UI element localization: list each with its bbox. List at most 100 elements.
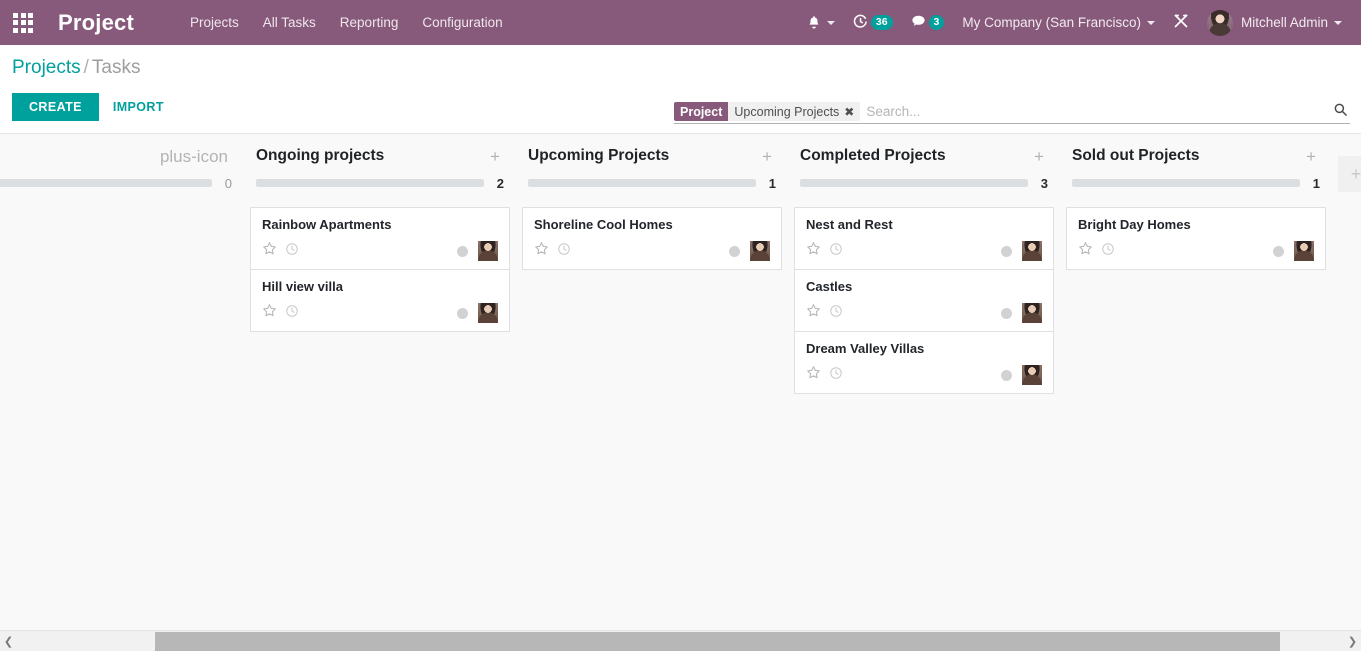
star-outline-icon[interactable]	[806, 365, 821, 385]
clock-icon[interactable]	[829, 366, 843, 385]
kanban-state-dot[interactable]	[457, 245, 468, 257]
clock-icon[interactable]	[829, 242, 843, 261]
kanban-column-cards: Shoreline Cool Homes	[522, 207, 782, 270]
notifications-button[interactable]	[798, 0, 844, 45]
clock-icon[interactable]	[557, 242, 571, 261]
star-outline-icon[interactable]	[1078, 241, 1093, 261]
avatar[interactable]	[1022, 303, 1042, 323]
search-icon[interactable]	[1327, 102, 1350, 121]
kanban-column-cards: Rainbow Apartments Hill view villa	[250, 207, 510, 332]
kanban-state-dot[interactable]	[1273, 245, 1284, 257]
apps-menu-button[interactable]	[0, 0, 46, 45]
avatar[interactable]	[1022, 365, 1042, 385]
kanban-column-count: 1	[1312, 175, 1320, 191]
avatar[interactable]	[478, 241, 498, 261]
breadcrumb-projects[interactable]: Projects	[12, 57, 81, 78]
debug-tools-button[interactable]	[1164, 0, 1198, 45]
kanban-card-title: Dream Valley Villas	[806, 341, 925, 356]
kanban-card[interactable]: Hill view villa	[250, 269, 510, 332]
kanban-state-dot[interactable]	[457, 307, 468, 319]
kanban-card-title: Bright Day Homes	[1078, 217, 1191, 232]
activities-count-badge: 36	[870, 15, 893, 30]
star-outline-icon[interactable]	[534, 241, 549, 261]
kanban-column-title: Upcoming Projects	[528, 147, 670, 164]
kanban-card[interactable]: Rainbow Apartments	[250, 207, 510, 269]
chevron-right-icon[interactable]: ❯	[1344, 631, 1361, 651]
kanban-column-add-button[interactable]: +	[1030, 148, 1048, 165]
star-outline-icon[interactable]	[262, 241, 277, 261]
avatar[interactable]	[1022, 241, 1042, 261]
avatar[interactable]	[750, 241, 770, 261]
clock-icon[interactable]	[1101, 242, 1115, 261]
kanban-column[interactable]: Sold out Projects + 1 Bright Day Homes	[1060, 134, 1332, 630]
star-outline-icon[interactable]	[806, 303, 821, 323]
create-button[interactable]: CREATE	[12, 93, 99, 121]
clock-icon[interactable]	[285, 242, 299, 261]
chat-bubble-icon	[911, 14, 926, 31]
scrollbar-thumb[interactable]	[155, 631, 1280, 651]
kanban-column-progressbar[interactable]	[528, 179, 756, 187]
menu-item-configuration[interactable]: Configuration	[410, 0, 514, 45]
kanban-column[interactable]: Ongoing projects + 2 Rainbow Apartments	[244, 134, 516, 630]
clock-icon[interactable]	[829, 304, 843, 323]
kanban-column-cards: Nest and Rest Castles Dream Valley Villa…	[794, 207, 1054, 394]
search-input[interactable]	[860, 104, 1327, 119]
kanban-card[interactable]: Nest and Rest	[794, 207, 1054, 269]
activities-button[interactable]: 36	[844, 0, 902, 45]
chevron-left-icon[interactable]: ❮	[0, 631, 17, 651]
kanban-state-dot[interactable]	[1001, 245, 1012, 257]
close-x-icon[interactable]: ✖	[844, 106, 854, 118]
star-outline-icon[interactable]	[806, 241, 821, 261]
user-name: Mitchell Admin	[1240, 15, 1328, 30]
kanban-column-header: Ongoing projects + 2	[250, 134, 510, 191]
star-outline-icon[interactable]	[262, 303, 277, 323]
kanban-card[interactable]: Castles	[794, 269, 1054, 331]
kanban-card[interactable]: Dream Valley Villas	[794, 331, 1054, 394]
chevron-down-icon	[1334, 20, 1342, 25]
kanban-column[interactable]: Completed Projects + 3 Nest and Rest Cas…	[788, 134, 1060, 630]
messages-button[interactable]: 3	[902, 0, 954, 45]
user-menu-button[interactable]: Mitchell Admin	[1198, 0, 1351, 45]
messages-count-badge: 3	[928, 15, 945, 30]
kanban-column-add-button[interactable]: +	[1302, 148, 1320, 165]
kanban-state-dot[interactable]	[1001, 307, 1012, 319]
kanban-column-header: Upcoming Projects + 1	[522, 134, 782, 191]
chevron-down-icon	[826, 20, 835, 25]
clock-icon[interactable]	[285, 304, 299, 323]
menu-item-reporting[interactable]: Reporting	[328, 0, 411, 45]
kanban-column-progressbar[interactable]	[256, 179, 484, 187]
kanban-column-progressbar[interactable]	[1072, 179, 1300, 187]
kanban-card[interactable]: Shoreline Cool Homes	[522, 207, 782, 270]
avatar[interactable]	[478, 303, 498, 323]
app-brand-title: Project	[58, 9, 134, 35]
kanban-column-count: 0	[224, 175, 232, 191]
kanban-column-progressbar[interactable]	[0, 179, 212, 187]
add-column-button[interactable]: +	[1338, 156, 1361, 192]
kanban-state-dot[interactable]	[729, 245, 740, 257]
scrollbar-track[interactable]	[17, 631, 1344, 651]
menu-item-all-tasks[interactable]: All Tasks	[251, 0, 328, 45]
menu-item-projects[interactable]: Projects	[178, 0, 251, 45]
kanban-column-add-button[interactable]: +	[486, 148, 504, 165]
breadcrumb-current: Tasks	[91, 57, 141, 78]
kanban-card-title: Shoreline Cool Homes	[534, 217, 673, 232]
kanban-column-progressbar[interactable]	[800, 179, 1028, 187]
kanban-card-title: Castles	[806, 279, 853, 294]
kanban-column[interactable]: Upcoming Projects + 1 Shoreline Cool Hom…	[516, 134, 788, 630]
kanban-card[interactable]: Bright Day Homes	[1066, 207, 1326, 270]
horizontal-scrollbar[interactable]: ❮ ❯	[0, 630, 1361, 651]
kanban-column-count: 2	[496, 175, 504, 191]
search-facet-project[interactable]: Project Upcoming Projects ✖	[674, 102, 861, 121]
avatar[interactable]	[1294, 241, 1314, 261]
search-view: Project Upcoming Projects ✖	[674, 100, 1350, 124]
kanban-column-title: Ongoing projects	[256, 147, 385, 164]
add-column-area[interactable]: + Add a Column	[1332, 134, 1361, 192]
kanban-column[interactable]: t plus-icon 0	[0, 134, 244, 630]
kanban-column-add-button[interactable]: plus-icon	[156, 148, 232, 165]
main-menu: Projects All Tasks Reporting Configurati…	[178, 0, 515, 45]
kanban-column-add-button[interactable]: +	[758, 148, 776, 165]
company-switcher[interactable]: My Company (San Francisco)	[953, 0, 1164, 45]
breadcrumb-separator: /	[83, 57, 89, 78]
import-button[interactable]: IMPORT	[99, 93, 178, 121]
kanban-state-dot[interactable]	[1001, 369, 1012, 381]
